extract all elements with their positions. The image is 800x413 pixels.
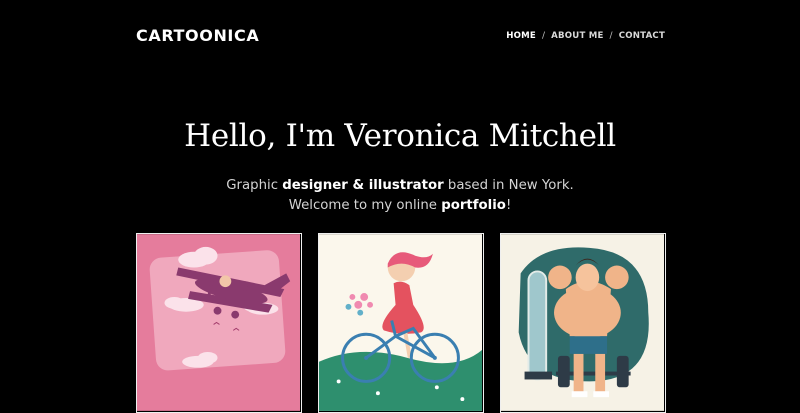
- brand-logo[interactable]: CARTOONICA: [136, 26, 259, 45]
- portfolio-card-muscleman[interactable]: [500, 233, 666, 413]
- nav-about-me[interactable]: ABOUT ME: [551, 31, 603, 41]
- nav-contact[interactable]: CONTACT: [619, 31, 665, 41]
- airplane-illustration-icon: [137, 234, 300, 411]
- main-nav: HOME / ABOUT ME / CONTACT: [506, 31, 665, 41]
- nav-separator: /: [609, 31, 613, 41]
- hero-title: Hello, I'm Veronica Mitchell: [184, 118, 616, 154]
- tagline-line-1: Graphic designer & illustrator based in …: [0, 176, 800, 196]
- portfolio-card-bicycle[interactable]: [318, 233, 484, 413]
- tagline-text: Welcome to my online: [288, 198, 442, 213]
- tagline-line-2: Welcome to my online portfolio!: [0, 196, 800, 216]
- portfolio-grid: [136, 233, 666, 413]
- nav-home[interactable]: HOME: [506, 31, 536, 41]
- tagline-text: based in New York.: [443, 178, 574, 193]
- portfolio-card-airplane[interactable]: [136, 233, 302, 413]
- tagline-text: Graphic: [226, 178, 283, 193]
- nav-separator: /: [541, 31, 546, 41]
- tagline-strong: portfolio: [441, 198, 506, 213]
- girl-on-bicycle-illustration-icon: [319, 234, 482, 411]
- tagline-strong: designer & illustrator: [282, 178, 444, 193]
- tagline-text: !: [505, 198, 512, 213]
- hero-tagline: Graphic designer & illustrator based in …: [0, 176, 800, 216]
- muscleman-mirror-illustration-icon: [501, 234, 664, 411]
